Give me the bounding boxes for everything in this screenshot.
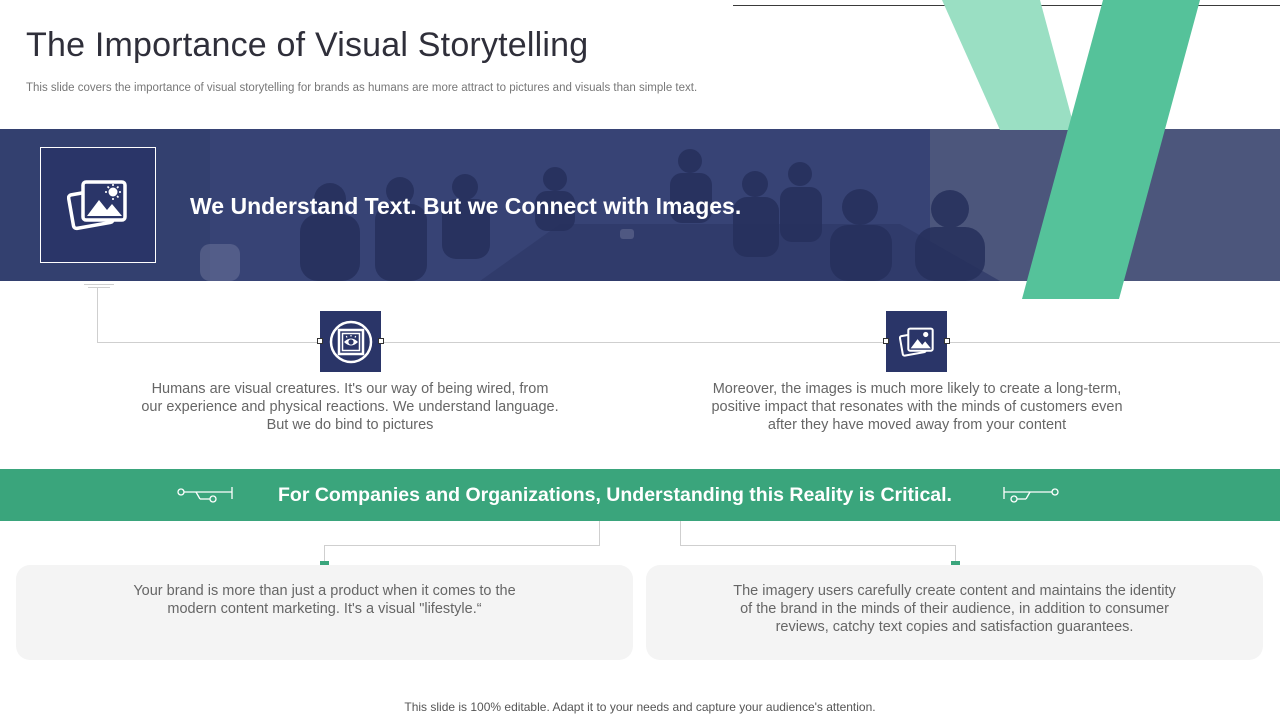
vertical-connector bbox=[97, 287, 98, 343]
photos-icon bbox=[898, 327, 934, 357]
right-card-connector-h bbox=[680, 545, 956, 546]
circuit-right-icon bbox=[1003, 487, 1059, 503]
card-right-text: The imagery users carefully create conte… bbox=[733, 583, 1176, 635]
top-rule-line bbox=[733, 5, 1280, 6]
point-1-left-handle bbox=[317, 338, 323, 344]
left-card-connector-v2 bbox=[324, 545, 325, 561]
point-1-icon-box bbox=[320, 311, 381, 372]
hero-banner: We Understand Text. But we Connect with … bbox=[0, 129, 1280, 281]
banner-icon-box bbox=[40, 147, 156, 263]
right-card-connector-v1 bbox=[680, 521, 681, 546]
point-2-text: Moreover, the images is much more likely… bbox=[711, 381, 1123, 433]
banner-heading: We Understand Text. But we Connect with … bbox=[190, 193, 742, 219]
right-card-connector-v2 bbox=[955, 545, 956, 561]
eye-frame-icon bbox=[329, 320, 372, 363]
point-1-right-handle bbox=[378, 338, 384, 344]
point-2-left-handle bbox=[883, 338, 889, 344]
bracket-line-top bbox=[84, 284, 114, 285]
photos-icon bbox=[67, 180, 127, 231]
point-2-right-handle bbox=[944, 338, 950, 344]
left-card-connector-v1 bbox=[599, 521, 600, 546]
horizontal-connector bbox=[97, 342, 1280, 343]
footer-note: This slide is 100% editable. Adapt it to… bbox=[404, 700, 876, 714]
point-1-text: Humans are visual creatures. It's our wa… bbox=[141, 381, 559, 433]
point-2-icon-box bbox=[886, 311, 947, 372]
card-left: Your brand is more than just a product w… bbox=[16, 565, 633, 660]
left-card-connector-h bbox=[324, 545, 600, 546]
card-right: The imagery users carefully create conte… bbox=[646, 565, 1263, 660]
card-left-text: Your brand is more than just a product w… bbox=[133, 583, 516, 617]
bracket-line-top-2 bbox=[88, 287, 110, 288]
page-subtitle: This slide covers the importance of visu… bbox=[26, 82, 698, 94]
page-title: The Importance of Visual Storytelling bbox=[26, 26, 589, 64]
